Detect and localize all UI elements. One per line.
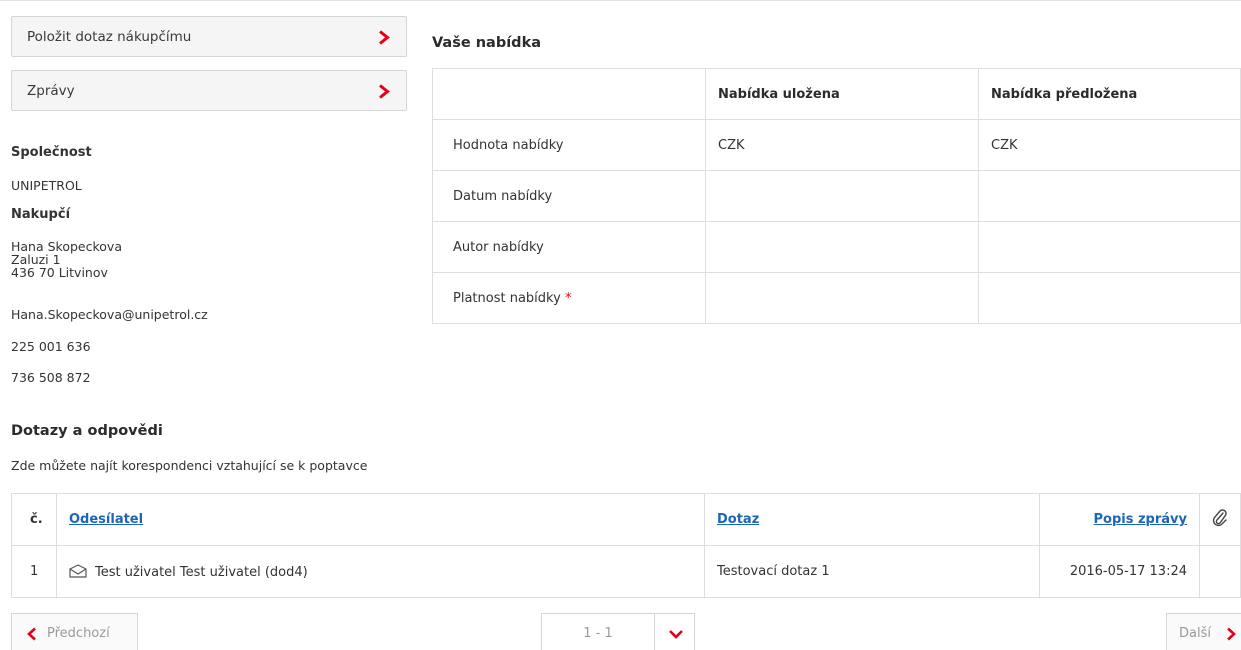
- chevron-down-icon: [669, 630, 683, 639]
- row-num: 1: [11, 545, 57, 598]
- required-mark: *: [564, 290, 572, 306]
- offer-row: Datum nabídky: [432, 170, 1241, 222]
- offer-row-label: Hodnota nabídky: [432, 119, 706, 171]
- offer-row: Platnost nabídky *: [432, 272, 1241, 324]
- offer-row-submitted: [978, 170, 1241, 222]
- col-num: č.: [11, 493, 57, 546]
- offer-header-empty: [432, 68, 706, 120]
- previous-page-button[interactable]: Předchozí: [11, 613, 138, 650]
- offer-row-saved: CZK: [705, 119, 979, 171]
- messages-table: č. Odesílatel Dotaz Popis zprávy 1 Test …: [11, 493, 1241, 598]
- chevron-right-icon: [1227, 627, 1236, 641]
- company-name: UNIPETROL: [11, 178, 82, 193]
- buyer-city: 436 70 Litvinov: [11, 265, 108, 280]
- offer-row: Hodnota nabídky CZK CZK: [432, 119, 1241, 171]
- ask-buyer-button[interactable]: Položit dotaz nákupčímu: [11, 16, 407, 57]
- offer-row-label: Platnost nabídky: [453, 290, 561, 306]
- sort-desc-link[interactable]: Popis zprávy: [1094, 512, 1188, 527]
- col-question: Dotaz: [704, 493, 1040, 546]
- paperclip-icon: [1212, 508, 1227, 526]
- buyer-address: Hana Skopeckova Zaluzi 1 436 70 Litvinov: [11, 240, 122, 279]
- ask-buyer-label: Položit dotaz nákupčímu: [27, 29, 192, 45]
- row-sender: Test uživatel Test uživatel (dod4): [95, 564, 308, 580]
- row-question: Testovací dotaz 1: [704, 545, 1040, 598]
- next-page-button[interactable]: Další: [1166, 613, 1241, 650]
- messages-button[interactable]: Zprávy: [11, 70, 407, 111]
- offer-header-row: Nabídka uložena Nabídka předložena: [432, 68, 1241, 120]
- messages-label: Zprávy: [27, 83, 75, 99]
- company-heading: Společnost: [11, 145, 92, 160]
- row-attachment: [1199, 545, 1241, 598]
- previous-page-label: Předchozí: [47, 626, 110, 641]
- buyer-email: Hana.Skopeckova@unipetrol.cz: [11, 307, 208, 322]
- offer-row: Autor nabídky: [432, 221, 1241, 273]
- col-sender: Odesílatel: [56, 493, 705, 546]
- qa-description: Zde můžete najít korespondenci vztahujíc…: [11, 458, 368, 473]
- messages-header-row: č. Odesílatel Dotaz Popis zprávy: [11, 493, 1241, 546]
- top-divider: [0, 0, 1241, 1]
- offer-row-submitted: [978, 221, 1241, 273]
- offer-header-saved: Nabídka uložena: [705, 68, 979, 120]
- envelope-icon: [69, 563, 87, 578]
- offer-row-saved: [705, 170, 979, 222]
- offer-row-label: Datum nabídky: [432, 170, 706, 222]
- buyer-phone-2: 736 508 872: [11, 370, 91, 385]
- select-separator: [654, 614, 655, 650]
- offer-row-saved: [705, 272, 979, 324]
- sort-sender-link[interactable]: Odesílatel: [69, 512, 143, 527]
- next-page-label: Další: [1179, 626, 1211, 641]
- buyer-phone-1: 225 001 636: [11, 339, 91, 354]
- offer-row-submitted: CZK: [978, 119, 1241, 171]
- row-date: 2016-05-17 13:24: [1039, 545, 1200, 598]
- chevron-right-icon: [379, 84, 390, 99]
- table-row[interactable]: 1 Test uživatel Test uživatel (dod4) Tes…: [11, 545, 1241, 598]
- offer-row-submitted: [978, 272, 1241, 324]
- offer-table: Nabídka uložena Nabídka předložena Hodno…: [432, 68, 1241, 324]
- buyer-heading: Nakupčí: [11, 207, 71, 222]
- offer-row-saved: [705, 221, 979, 273]
- page-range-select[interactable]: 1 - 1: [541, 613, 695, 650]
- page-range-value: 1 - 1: [583, 626, 613, 641]
- qa-heading: Dotazy a odpovědi: [11, 423, 163, 439]
- sort-question-link[interactable]: Dotaz: [717, 512, 759, 527]
- offer-heading: Vaše nabídka: [432, 35, 541, 51]
- row-sender-cell: Test uživatel Test uživatel (dod4): [56, 545, 705, 598]
- chevron-right-icon: [379, 30, 390, 45]
- col-desc: Popis zprávy: [1039, 493, 1200, 546]
- offer-header-submitted: Nabídka předložena: [978, 68, 1241, 120]
- offer-row-label-cell: Platnost nabídky *: [432, 272, 706, 324]
- offer-row-label: Autor nabídky: [432, 221, 706, 273]
- col-attachment: [1199, 493, 1241, 546]
- chevron-left-icon: [27, 627, 36, 641]
